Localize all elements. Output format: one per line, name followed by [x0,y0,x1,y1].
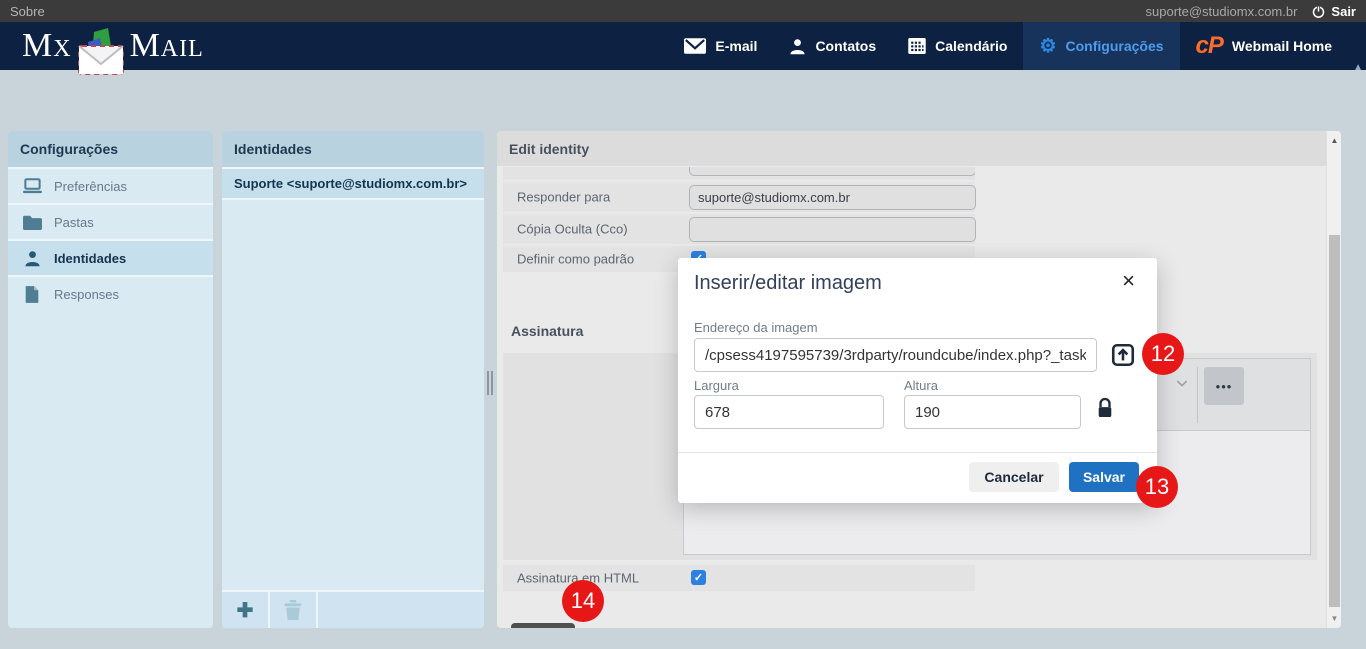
dialog-title: Inserir/editar imagem [694,272,882,295]
nav-item-webmail-home[interactable]: cP Webmail Home [1180,22,1348,70]
partial-input[interactable] [689,167,975,176]
logout-button[interactable]: Sair [1311,4,1356,19]
app-logo: Mx Mail [22,20,204,72]
splitter-grip[interactable] [487,371,494,395]
dialog-save-button[interactable]: Salvar [1069,462,1139,492]
form-row-partial [503,167,975,180]
form-row-bcc: Cópia Oculta (Cco) [503,214,975,244]
toolbar-divider [1197,367,1198,423]
cancel-button[interactable]: Cancelar [969,462,1059,492]
settings-sidebar: Configurações Preferências Pastas Identi… [8,131,213,628]
nav-item-calendario[interactable]: Calendário [892,22,1023,70]
calendar-icon [908,38,926,54]
power-icon [1311,4,1326,19]
trash-icon [284,600,302,620]
image-url-input[interactable] [694,338,1097,372]
panel-scrollbar[interactable]: ▲ ▼ [1326,131,1341,628]
webmail-app: Sobre suporte@studiomx.com.br Sair Mx [0,0,1366,649]
gear-icon: ⚙ [1039,37,1056,56]
logout-label: Sair [1331,4,1356,19]
scroll-up-caret-icon[interactable]: ▲ [1353,62,1363,73]
scrollbar-thumb[interactable] [1329,235,1340,607]
plus-icon: ✚ [237,598,254,623]
navbar: Mx Mail E-mail [0,22,1366,70]
panel-splitter [484,131,497,628]
logo-text-mail: Mail [130,27,204,65]
width-label: Largura [694,378,739,393]
identities-panel: Identidades Suporte <suporte@studiomx.co… [222,131,484,628]
form-row-reply-to: Responder para [503,182,975,212]
topbar: Sobre suporte@studiomx.com.br Sair [0,0,1366,22]
height-input[interactable] [904,395,1081,429]
file-icon [22,286,42,303]
cpanel-logo: cP [1196,32,1223,60]
more-tools-button[interactable]: ••• [1204,367,1244,405]
logo-text-mx: Mx [22,27,72,65]
sidebar-item-identidades[interactable]: Identidades [8,239,213,275]
identities-panel-title: Identidades [222,131,484,167]
delete-identity-button[interactable] [270,592,318,628]
scrollbar-up-arrow[interactable]: ▲ [1327,133,1341,148]
signature-section-heading: Assinatura [511,323,583,339]
settings-sidebar-title: Configurações [8,131,213,167]
identities-footer: ✚ [222,590,484,628]
nav-label-contatos: Contatos [815,38,876,54]
bcc-input[interactable] [689,217,976,242]
nav-item-contatos[interactable]: Contatos [773,22,892,70]
width-input[interactable] [694,395,884,429]
bcc-label: Cópia Oculta (Cco) [517,222,628,237]
scrollbar-down-arrow[interactable]: ▼ [1327,611,1341,626]
sidebar-item-pastas[interactable]: Pastas [8,203,213,239]
save-identity-button[interactable]: Salvar [511,623,575,628]
dialog-divider [678,452,1157,453]
reply-to-label: Responder para [517,190,610,205]
add-identity-button[interactable]: ✚ [222,592,270,628]
nav-item-configuracoes[interactable]: ⚙ Configurações [1023,22,1179,70]
chevron-down-icon[interactable] [1174,375,1190,391]
nav-items: E-mail Contatos Calendário ⚙ Configuraçõ… [668,22,1348,70]
user-email: suporte@studiomx.com.br [1146,4,1298,19]
sidebar-label-identidades: Identidades [54,251,126,266]
edit-identity-title: Edit identity [497,131,1341,166]
identity-list-item[interactable]: Suporte <suporte@studiomx.com.br> [222,167,484,200]
step-badge-13: 13 [1136,466,1178,508]
nav-label-webmail-home: Webmail Home [1232,38,1332,54]
sidebar-label-preferencias: Preferências [54,179,127,194]
default-label: Definir como padrão [517,252,634,267]
folder-icon [22,215,42,230]
nav-label-email: E-mail [715,38,757,54]
sidebar-label-responses: Responses [54,287,119,302]
upload-image-button[interactable] [1110,341,1138,369]
sidebar-item-preferencias[interactable]: Preferências [8,167,213,203]
envelope-logo-icon [74,26,128,78]
nav-label-configuracoes: Configurações [1066,38,1164,54]
close-icon[interactable]: × [1122,270,1135,292]
envelope-icon [684,38,706,54]
person-icon [789,38,806,55]
sidebar-item-responses[interactable]: Responses [8,275,213,311]
sidebar-label-pastas: Pastas [54,215,94,230]
about-link[interactable]: Sobre [10,4,45,19]
monitor-icon [22,178,42,194]
height-label: Altura [904,378,938,393]
nav-label-calendario: Calendário [935,38,1007,54]
insert-image-dialog: Inserir/editar imagem × Endereço da imag… [678,258,1157,503]
person-icon [22,250,42,267]
step-badge-14: 14 [562,580,604,622]
html-signature-checkbox[interactable]: ✓ [691,570,706,585]
reply-to-input[interactable] [689,185,976,210]
image-url-label: Endereço da imagem [694,320,818,335]
nav-item-email[interactable]: E-mail [668,22,773,70]
step-badge-12: 12 [1142,333,1184,375]
lock-ratio-icon[interactable] [1096,397,1114,419]
